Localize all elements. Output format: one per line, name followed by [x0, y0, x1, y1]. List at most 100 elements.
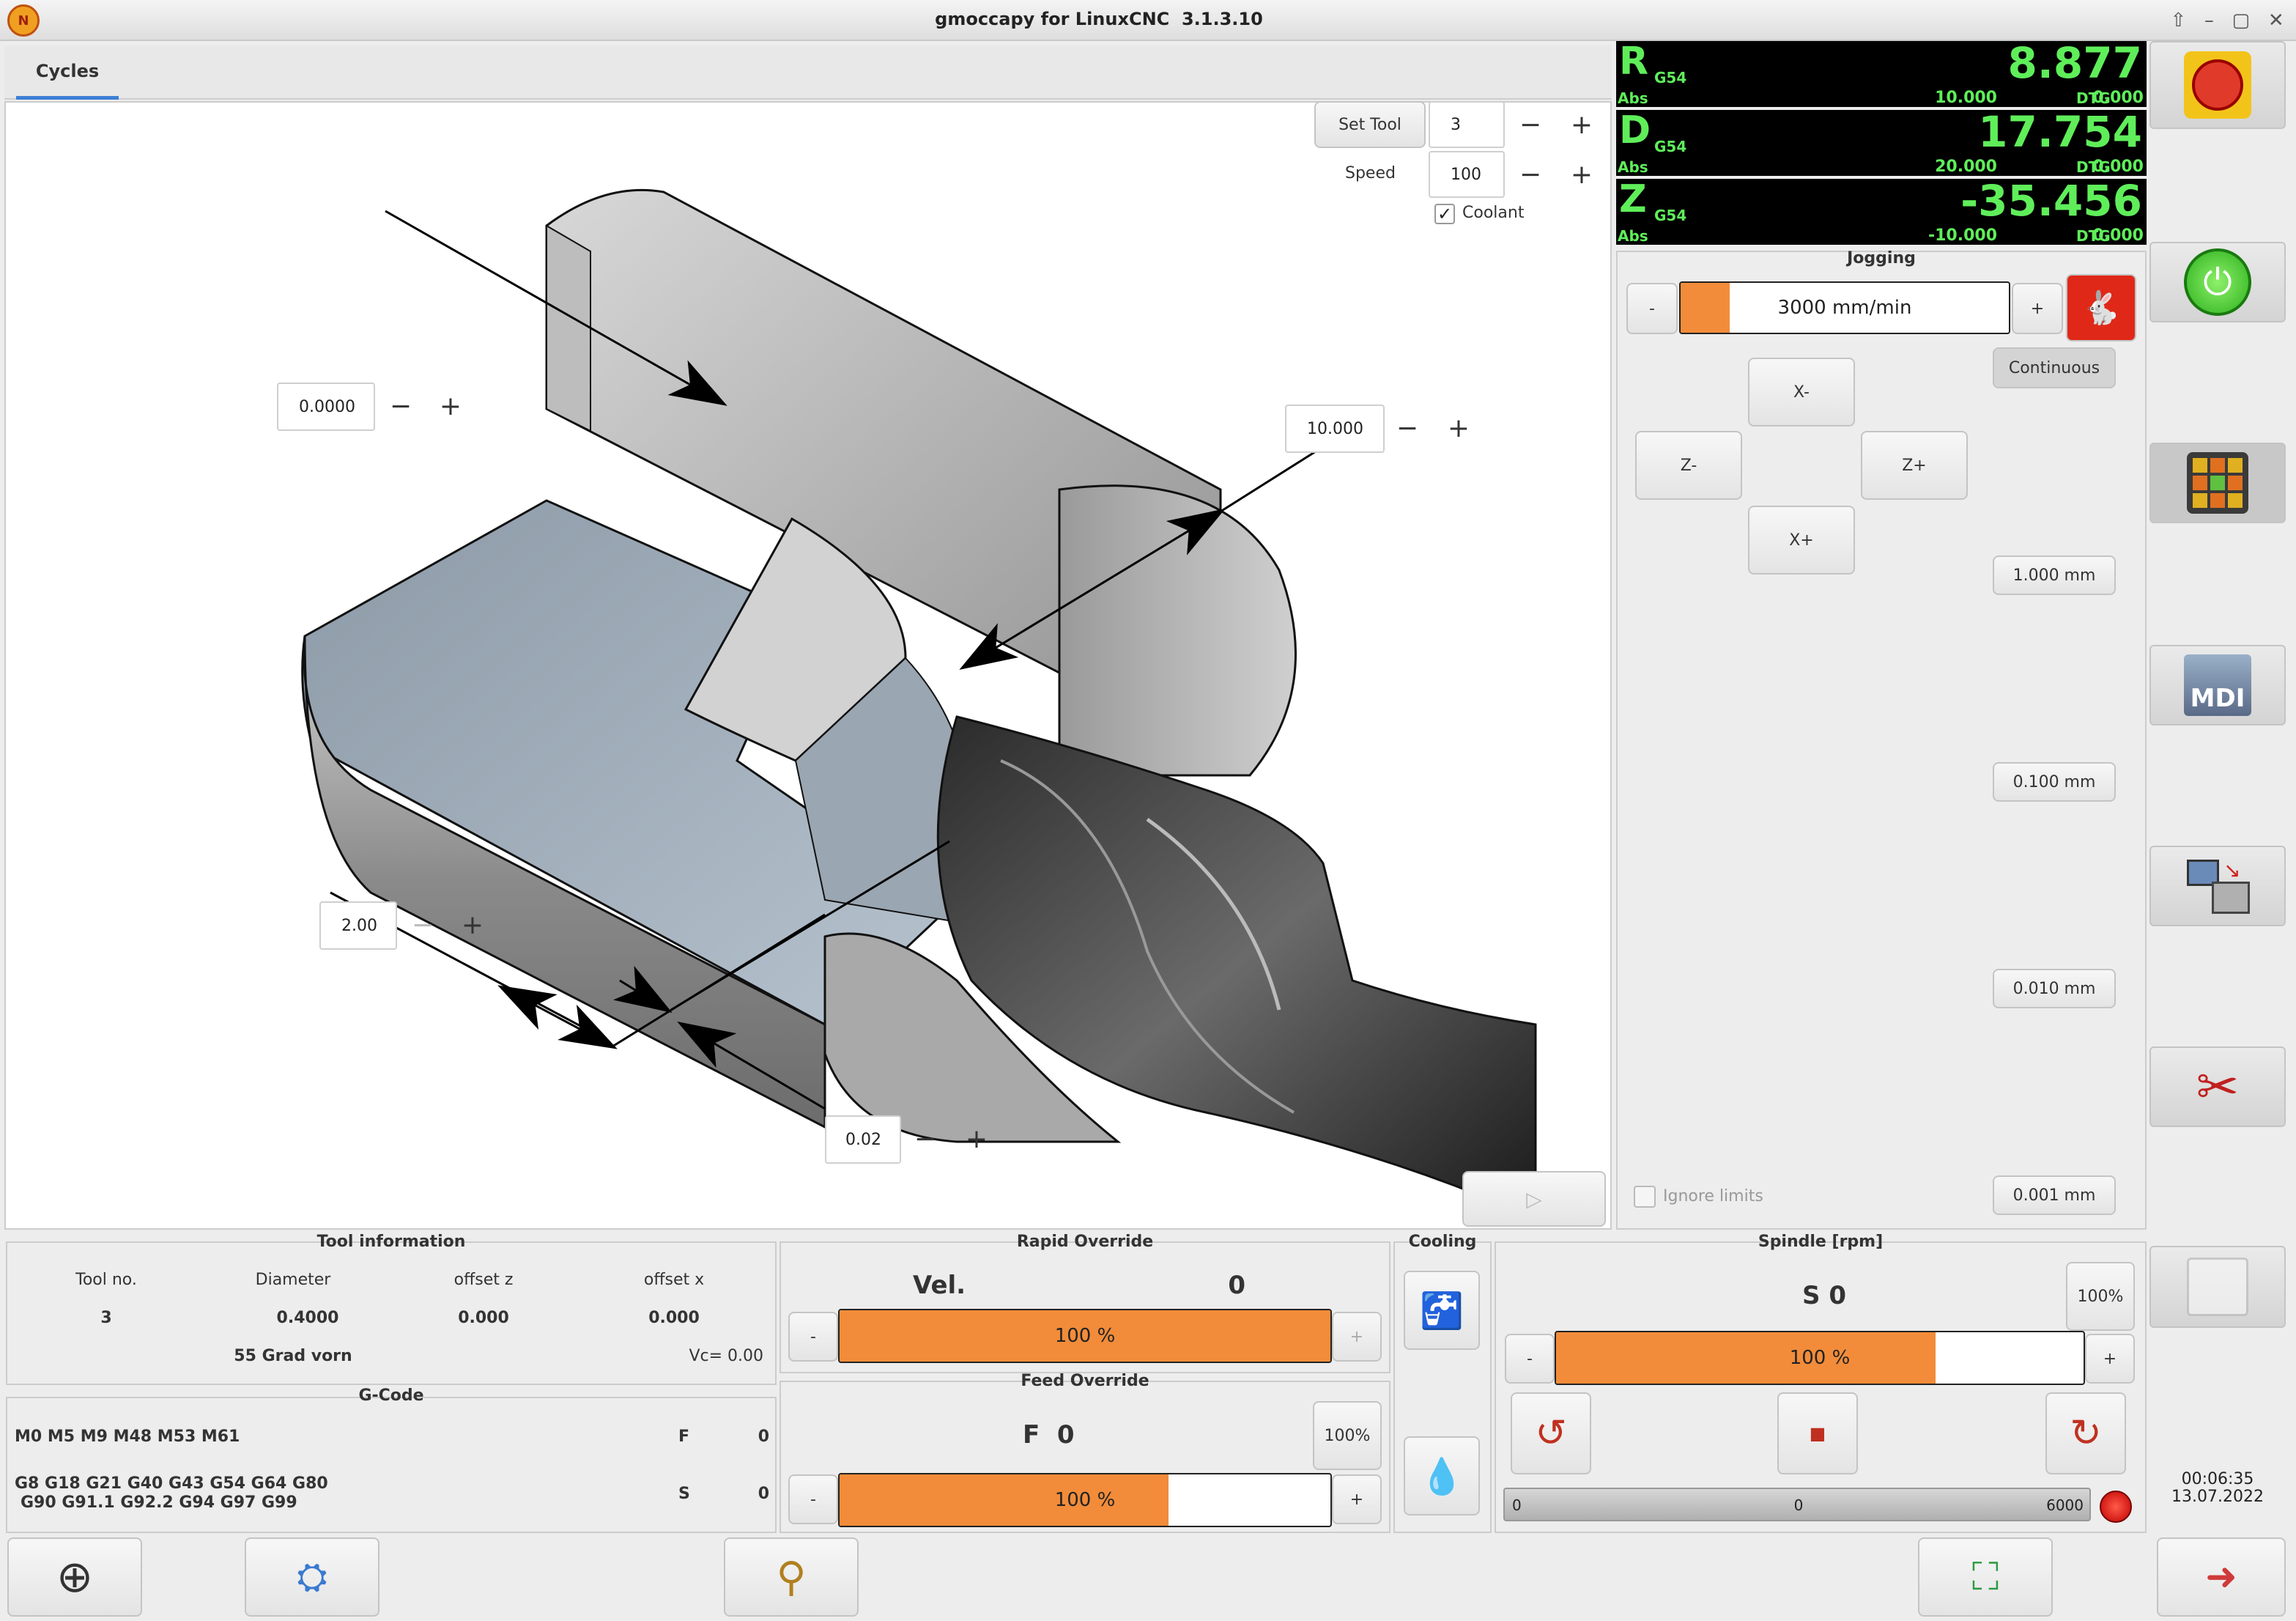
mdi-icon: MDI	[2184, 654, 2251, 716]
jog-speed-bar[interactable]: 3000 mm/min	[1679, 281, 2010, 334]
minimize-icon[interactable]: –	[2204, 10, 2214, 32]
tool-no-value: 3	[100, 1309, 112, 1327]
dro-z[interactable]: Z G54 -35.456 Abs -10.000 DTG 0.000	[1616, 176, 2147, 245]
feed-f-text: F 0	[1023, 1420, 1075, 1450]
cycle-top-right-plus[interactable]: +	[1433, 406, 1484, 450]
increment-1-button[interactable]: 1.000 mm	[1993, 555, 2116, 595]
cycle-field-top-left[interactable]: 0.0000	[277, 383, 375, 431]
mdi-mode-button[interactable]: MDI	[2149, 645, 2286, 725]
keep-above-icon[interactable]: ⇧	[2170, 10, 2186, 32]
settings-button[interactable]: ✂	[2149, 1046, 2286, 1127]
rapid-override-text: 100 %	[1054, 1325, 1116, 1347]
dro-d-axis: D	[1619, 108, 1651, 152]
tab-bar	[4, 45, 1612, 100]
rapid-plus-button[interactable]: +	[1332, 1312, 1382, 1362]
tool-vc: Vc= 0.00	[689, 1347, 763, 1365]
dro-d-value: 17.754	[1978, 107, 2142, 157]
spindle-gauge-max: 6000	[2046, 1496, 2084, 1514]
user-tabs-button[interactable]	[2149, 1246, 2286, 1328]
spindle-override-text: 100 %	[1789, 1347, 1851, 1369]
gcode-gcodes-line1: G8 G18 G21 G40 G43 G54 G64 G80	[15, 1474, 328, 1493]
rapid-minus-button[interactable]: -	[788, 1312, 838, 1362]
increment-0-001-button[interactable]: 0.001 mm	[1993, 1175, 2116, 1215]
jog-speed-minus-button[interactable]: -	[1626, 283, 1678, 334]
feed-title: Feed Override	[1021, 1372, 1149, 1390]
tools-icon: ✂	[2196, 1057, 2240, 1117]
auto-mode-button[interactable]: ↘	[2149, 846, 2286, 926]
cycle-bottom-mid-plus[interactable]: +	[951, 1117, 1002, 1161]
feed-override-bar[interactable]: 100 %	[838, 1473, 1332, 1527]
manual-mode-button[interactable]	[2149, 443, 2286, 523]
spindle-s-text: S 0	[1802, 1281, 1846, 1310]
cycle-bottom-left-minus[interactable]: −	[397, 903, 448, 947]
cycle-field-top-right[interactable]: 10.000	[1285, 405, 1385, 453]
estop-button[interactable]	[2149, 41, 2286, 129]
set-tool-button[interactable]: Set Tool	[1314, 101, 1426, 148]
continuous-button[interactable]: Continuous	[1993, 347, 2116, 388]
speed-plus-button[interactable]: +	[1556, 152, 1607, 196]
cycle-bottom-mid-minus[interactable]: −	[900, 1117, 951, 1161]
rapid-override-bar[interactable]: 100 %	[838, 1309, 1332, 1363]
turtle-rabbit-button[interactable]: 🐇	[2066, 274, 2136, 341]
cycle-bottom-left-plus[interactable]: +	[447, 903, 498, 947]
speed-field[interactable]: 100	[1429, 151, 1505, 198]
maximize-icon[interactable]: ▢	[2232, 10, 2251, 32]
increment-0-01-button[interactable]: 0.010 mm	[1993, 969, 2116, 1008]
jog-speed-plus-button[interactable]: +	[2012, 283, 2063, 334]
flood-coolant-button[interactable]: 🚰	[1404, 1271, 1480, 1350]
tool-number-field[interactable]: 3	[1429, 101, 1505, 148]
feed-minus-button[interactable]: -	[788, 1474, 838, 1524]
tab-cycles[interactable]: Cycles	[16, 45, 119, 100]
jog-z-plus-button[interactable]: Z+	[1861, 431, 1968, 500]
speed-label: Speed	[1345, 164, 1396, 182]
feed-reset-button[interactable]: 100%	[1313, 1401, 1382, 1470]
gcode-s-value: 0	[758, 1485, 769, 1503]
cycle-top-left-minus[interactable]: −	[375, 384, 426, 428]
cycle-field-bottom-mid[interactable]: 0.02	[825, 1115, 901, 1164]
tool-minus-button[interactable]: −	[1505, 103, 1556, 147]
tool-offset-x-value: 0.000	[648, 1309, 700, 1327]
close-icon[interactable]: ✕	[2268, 10, 2284, 32]
cycle-field-bottom-left[interactable]: 2.00	[319, 901, 397, 950]
jog-z-minus-button[interactable]: Z-	[1635, 431, 1742, 500]
fullscreen-button[interactable]: ⛶	[1918, 1537, 2053, 1617]
spindle-stop-button[interactable]: ⏹	[1777, 1392, 1858, 1474]
cycle-start-button[interactable]: ▷	[1462, 1171, 1606, 1227]
feed-plus-button[interactable]: +	[1332, 1474, 1382, 1524]
cycle-top-left-plus[interactable]: +	[425, 384, 476, 428]
gcode-s-label: S	[678, 1485, 690, 1503]
gcode-f-value: 0	[758, 1428, 769, 1446]
spindle-reverse-button[interactable]: ↺	[1511, 1392, 1591, 1474]
touch-off-button[interactable]: ⛭	[245, 1537, 379, 1617]
ignore-limits-checkbox[interactable]	[1634, 1186, 1656, 1208]
cycle-illustration	[301, 188, 1537, 1217]
spindle-gauge-min: 0	[1512, 1496, 1522, 1514]
flood-coolant-icon: 🚰	[1420, 1290, 1464, 1332]
increment-0-1-button[interactable]: 0.100 mm	[1993, 762, 2116, 802]
jog-speed-text: 3000 mm/min	[1777, 297, 1912, 319]
spindle-reset-button[interactable]: 100%	[2066, 1262, 2135, 1331]
exit-door-icon: ➜	[2205, 1555, 2237, 1599]
dro-r-axis: R	[1619, 40, 1649, 84]
cycle-top-right-minus[interactable]: −	[1382, 406, 1433, 450]
spindle-forward-button[interactable]: ↻	[2045, 1392, 2126, 1474]
mist-coolant-button[interactable]: 💧	[1404, 1436, 1480, 1515]
coolant-checkbox[interactable]: ✓	[1434, 204, 1455, 224]
dro-r[interactable]: R G54 8.877 Abs 10.000 DTG DTG 0.000	[1616, 38, 2147, 107]
home-button[interactable]: ⊕	[7, 1537, 142, 1617]
exit-button[interactable]: ➜	[2157, 1537, 2286, 1617]
jog-x-minus-button[interactable]: X-	[1748, 358, 1855, 427]
clock-date: 13.07.2022	[2171, 1488, 2264, 1506]
spindle-minus-button[interactable]: -	[1505, 1334, 1555, 1384]
rapid-vel-label: Vel.	[913, 1271, 966, 1300]
dro-r-cs: G54	[1654, 69, 1687, 86]
spindle-plus-button[interactable]: +	[2085, 1334, 2135, 1384]
ignore-limits-label: Ignore limits	[1663, 1187, 1763, 1205]
tool-button[interactable]: ⚲	[724, 1537, 859, 1617]
spindle-override-bar[interactable]: 100 %	[1555, 1331, 2085, 1385]
speed-minus-button[interactable]: −	[1505, 152, 1556, 196]
jog-x-plus-button[interactable]: X+	[1748, 506, 1855, 575]
dro-d[interactable]: D G54 17.754 Abs 20.000 DTG 0.000	[1616, 107, 2147, 176]
tool-plus-button[interactable]: +	[1556, 103, 1607, 147]
power-button[interactable]: ⏻	[2149, 242, 2286, 322]
